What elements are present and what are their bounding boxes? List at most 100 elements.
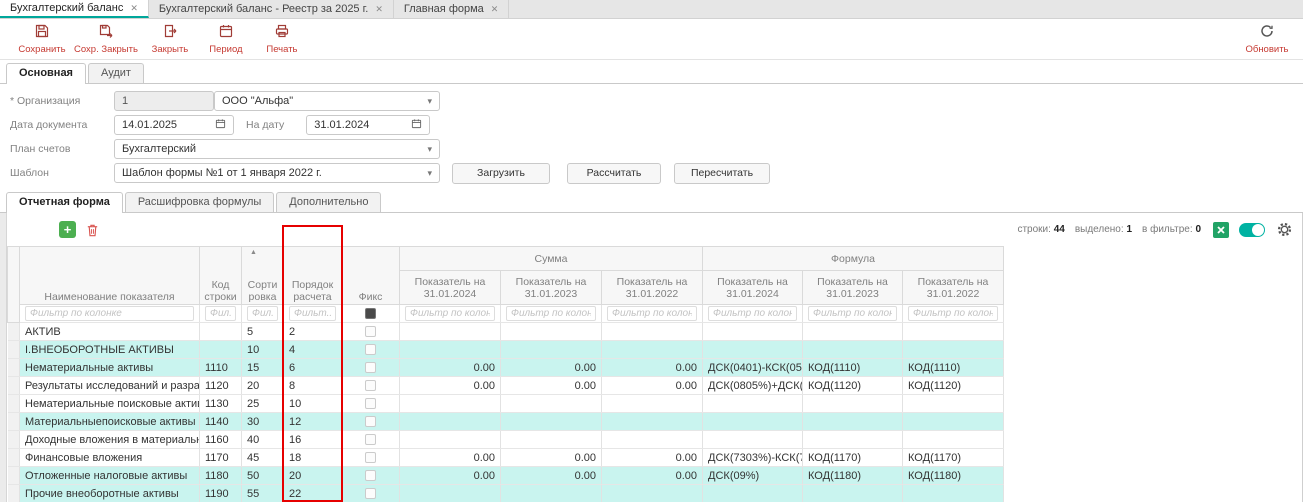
cell-sum[interactable]	[400, 323, 501, 341]
cell-name[interactable]: АКТИВ	[20, 323, 200, 341]
table-row[interactable]: Нематериальные поисковые активы11302510	[8, 395, 1004, 413]
doc-date-field[interactable]: 14.01.2025	[114, 115, 234, 135]
column-header-sum-2024[interactable]: Показатель на 31.01.2024	[400, 271, 501, 305]
table-row[interactable]: I.ВНЕОБОРОТНЫЕ АКТИВЫ104	[8, 341, 1004, 359]
tab-audit[interactable]: Аудит	[88, 63, 144, 83]
cell-formula[interactable]	[903, 413, 1004, 431]
cell-sort[interactable]: 20	[242, 377, 284, 395]
cell-name[interactable]: Финансовые вложения	[20, 449, 200, 467]
cell-order[interactable]: 10	[284, 395, 342, 413]
chart-of-accounts-select[interactable]: Бухгалтерский ▾	[114, 139, 440, 159]
cell-code[interactable]	[200, 323, 242, 341]
cell-sum[interactable]	[501, 413, 602, 431]
cell-sort[interactable]: 45	[242, 449, 284, 467]
cell-fix[interactable]	[342, 359, 400, 377]
calculate-button[interactable]: Рассчитать	[567, 163, 661, 184]
cell-order[interactable]: 6	[284, 359, 342, 377]
load-button[interactable]: Загрузить	[452, 163, 550, 184]
cell-fix[interactable]	[342, 449, 400, 467]
cell-formula[interactable]: КОД(1110)	[903, 359, 1004, 377]
cell-formula[interactable]	[703, 323, 803, 341]
filter-input-sum-2023[interactable]	[506, 306, 596, 321]
cell-formula[interactable]	[903, 395, 1004, 413]
save-close-button[interactable]: Сохр. Закрыть	[70, 21, 142, 57]
fix-checkbox[interactable]	[365, 488, 376, 499]
cell-sum[interactable]	[501, 323, 602, 341]
cell-order[interactable]: 8	[284, 377, 342, 395]
column-header-name[interactable]: Наименование показателя	[20, 247, 200, 305]
cell-name[interactable]: Материальныепоисковые активы	[20, 413, 200, 431]
table-row[interactable]: Прочие внеоборотные активы11905522	[8, 485, 1004, 502]
cell-sum[interactable]	[501, 431, 602, 449]
cell-order[interactable]: 18	[284, 449, 342, 467]
cell-name[interactable]: Прочие внеоборотные активы	[20, 485, 200, 502]
cell-sum[interactable]	[602, 341, 703, 359]
cell-sum[interactable]: 0.00	[400, 449, 501, 467]
cell-sort[interactable]: 15	[242, 359, 284, 377]
row-gutter[interactable]	[8, 377, 20, 395]
column-header-formula-2024[interactable]: Показатель на 31.01.2024	[703, 271, 803, 305]
row-gutter[interactable]	[8, 485, 20, 502]
column-header-formula-2023[interactable]: Показатель на 31.01.2023	[803, 271, 903, 305]
cell-formula[interactable]	[803, 413, 903, 431]
cell-formula[interactable]	[703, 395, 803, 413]
cell-formula[interactable]: КОД(1110)	[803, 359, 903, 377]
row-gutter[interactable]	[8, 449, 20, 467]
tab-formula-decode[interactable]: Расшифровка формулы	[125, 192, 274, 212]
cell-formula[interactable]: КОД(1180)	[903, 467, 1004, 485]
row-gutter[interactable]	[8, 467, 20, 485]
fix-checkbox[interactable]	[365, 344, 376, 355]
cell-sum[interactable]: 0.00	[400, 377, 501, 395]
cell-formula[interactable]	[803, 341, 903, 359]
cell-formula[interactable]: КОД(1120)	[803, 377, 903, 395]
filter-input-code[interactable]	[205, 306, 236, 321]
cell-sum[interactable]: 0.00	[400, 467, 501, 485]
column-header-sum-2022[interactable]: Показатель на 31.01.2022	[602, 271, 703, 305]
recalculate-button[interactable]: Пересчитать	[674, 163, 770, 184]
cell-order[interactable]: 16	[284, 431, 342, 449]
row-gutter[interactable]	[8, 395, 20, 413]
column-header-code[interactable]: Код строки	[200, 247, 242, 305]
cell-sum[interactable]: 0.00	[400, 359, 501, 377]
cell-sum[interactable]	[501, 485, 602, 502]
filter-input-formula-2023[interactable]	[808, 306, 897, 321]
template-select[interactable]: Шаблон формы №1 от 1 января 2022 г. ▾	[114, 163, 440, 183]
table-row[interactable]: Отложенные налоговые активы118050200.000…	[8, 467, 1004, 485]
cell-sum[interactable]	[400, 485, 501, 502]
cell-sum[interactable]: 0.00	[602, 359, 703, 377]
tab-osnovnaya[interactable]: Основная	[6, 63, 86, 84]
row-gutter[interactable]	[8, 341, 20, 359]
close-icon[interactable]: ✕	[130, 3, 138, 14]
on-date-field[interactable]: 31.01.2024	[306, 115, 430, 135]
cell-code[interactable]: 1160	[200, 431, 242, 449]
cell-formula[interactable]	[703, 431, 803, 449]
cell-sum[interactable]	[602, 485, 703, 502]
fix-checkbox[interactable]	[365, 434, 376, 445]
tab-additional[interactable]: Дополнительно	[276, 192, 381, 212]
cell-code[interactable]: 1110	[200, 359, 242, 377]
tab-report-form[interactable]: Отчетная форма	[6, 192, 123, 213]
fix-filter-checkbox[interactable]	[365, 308, 376, 319]
filter-input-order[interactable]	[289, 306, 336, 321]
cell-sum[interactable]	[501, 341, 602, 359]
cell-sort[interactable]: 55	[242, 485, 284, 502]
cell-formula[interactable]	[703, 341, 803, 359]
fix-checkbox[interactable]	[365, 326, 376, 337]
cell-formula[interactable]: ДСК(0401)-КСК(0501)	[703, 359, 803, 377]
cell-formula[interactable]	[803, 485, 903, 502]
fix-checkbox[interactable]	[365, 362, 376, 373]
row-gutter[interactable]	[8, 413, 20, 431]
filter-input-sort[interactable]	[247, 306, 278, 321]
cell-formula[interactable]: ДСК(09%)	[703, 467, 803, 485]
cell-order[interactable]: 12	[284, 413, 342, 431]
table-row[interactable]: Финансовые вложения117045180.000.000.00Д…	[8, 449, 1004, 467]
cell-sum[interactable]: 0.00	[602, 449, 703, 467]
cell-sum[interactable]	[602, 413, 703, 431]
cell-formula[interactable]	[903, 485, 1004, 502]
window-tab-balance[interactable]: Бухгалтерский баланс ✕	[0, 0, 149, 18]
cell-name[interactable]: Результаты исследований и разработок	[20, 377, 200, 395]
cell-code[interactable]: 1120	[200, 377, 242, 395]
filter-input-name[interactable]	[25, 306, 194, 321]
cell-sort[interactable]: 10	[242, 341, 284, 359]
cell-code[interactable]: 1190	[200, 485, 242, 502]
